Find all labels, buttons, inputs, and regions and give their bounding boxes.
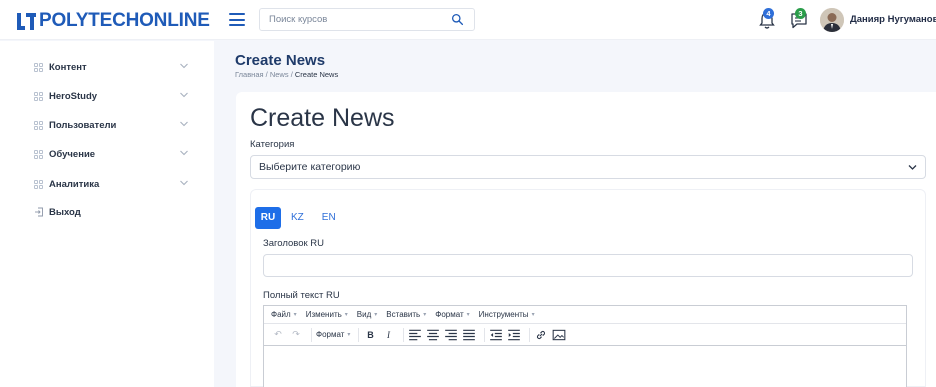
align-right-icon[interactable]	[444, 328, 458, 342]
toolbar-divider	[311, 327, 312, 342]
menu-view[interactable]: Вид ▾	[357, 310, 378, 319]
title-ru-label: Заголовок RU	[263, 238, 325, 249]
grid-icon	[34, 62, 43, 72]
breadcrumb-home[interactable]: Главная	[235, 70, 264, 79]
toolbar-divider	[529, 327, 531, 342]
logo-mark-icon	[17, 12, 36, 30]
tab-en[interactable]: EN	[314, 207, 344, 229]
sidebar-item-learning[interactable]: Обучение	[34, 147, 194, 161]
menu-label: Изменить	[305, 310, 342, 319]
notifications-button[interactable]: 4	[757, 8, 777, 31]
grid-icon	[34, 179, 43, 189]
menu-edit[interactable]: Изменить ▾	[306, 310, 348, 319]
menu-toggle-icon[interactable]	[229, 13, 245, 26]
editor-toolbar: ↶ ↷ Формат ▾ B I	[264, 324, 906, 346]
category-select[interactable]: Выберите категорию	[250, 155, 926, 179]
menu-insert[interactable]: Вставить ▾	[386, 310, 426, 319]
chevron-down-icon	[180, 150, 188, 156]
sidebar-item-label: HeroStudy	[49, 90, 98, 102]
align-center-icon[interactable]	[426, 328, 440, 342]
user-name[interactable]: Данияр Нугуманов	[850, 14, 936, 25]
toolbar-divider	[484, 327, 486, 342]
breadcrumb-separator: /	[265, 70, 268, 79]
chevron-down-icon	[180, 180, 188, 186]
caret-down-icon: ▾	[423, 312, 427, 318]
user-photo-icon	[820, 8, 844, 32]
align-justify-icon[interactable]	[462, 328, 476, 342]
sidebar-item-content[interactable]: Контент	[34, 60, 194, 74]
sidebar-item-logout[interactable]: Выход	[34, 205, 194, 219]
format-label: Формат	[316, 330, 345, 339]
menu-file[interactable]: Файл ▾	[271, 310, 297, 319]
sidebar-item-users[interactable]: Пользователи	[34, 118, 194, 132]
caret-down-icon: ▾	[531, 312, 535, 318]
sidebar-item-analytics[interactable]: Аналитика	[34, 177, 194, 191]
messages-button[interactable]: 3	[789, 8, 809, 31]
caret-down-icon: ▾	[374, 312, 378, 318]
title-ru-input[interactable]	[263, 254, 913, 277]
chevron-down-icon	[180, 63, 188, 69]
menu-format[interactable]: Формат ▾	[435, 310, 469, 319]
format-dropdown[interactable]: Формат ▾	[316, 330, 350, 339]
breadcrumb-current: Create News	[294, 70, 339, 79]
editor-menubar: Файл ▾ Изменить ▾ Вид ▾ Вставить ▾ Формат ▾ И…	[264, 306, 906, 324]
chevron-down-icon	[180, 121, 188, 127]
toolbar-divider	[358, 327, 360, 342]
sidebar: Контент HeroStudy Пользователи Обучение …	[0, 41, 214, 387]
grid-icon	[34, 91, 43, 101]
menu-label: Инструменты	[478, 310, 529, 319]
toolbar-divider	[403, 327, 405, 342]
tab-kz[interactable]: KZ	[283, 207, 312, 229]
form-heading: Create News	[250, 104, 395, 132]
avatar[interactable]	[820, 8, 844, 32]
italic-button[interactable]: I	[381, 328, 395, 342]
caret-down-icon: ▾	[344, 312, 348, 318]
logout-icon	[35, 207, 43, 217]
category-select-value: Выберите категорию	[259, 161, 361, 173]
body-ru-label: Полный текст RU	[263, 290, 340, 301]
notifications-badge: 4	[763, 8, 774, 19]
chevron-down-icon	[180, 92, 188, 98]
menu-label: Формат	[435, 310, 464, 319]
indent-icon[interactable]	[507, 328, 521, 342]
language-tabs: RU KZ EN	[255, 207, 346, 229]
logo-text: POLYTECHONLINE	[39, 10, 210, 31]
menu-label: Вид	[356, 310, 372, 319]
bold-button[interactable]: B	[363, 328, 377, 342]
caret-down-icon: ▾	[293, 312, 297, 318]
search-icon[interactable]	[451, 13, 464, 26]
grid-icon	[34, 149, 43, 159]
category-label: Категория	[250, 139, 295, 150]
breadcrumb-separator: /	[290, 70, 293, 79]
image-icon[interactable]	[552, 328, 566, 342]
outdent-icon[interactable]	[489, 328, 503, 342]
search-box	[259, 8, 475, 31]
top-header: POLYTECHONLINE 4 3 Данияр	[0, 0, 936, 40]
caret-down-icon: ▾	[466, 312, 470, 318]
logo[interactable]: POLYTECHONLINE	[17, 10, 210, 32]
grid-icon	[34, 120, 43, 130]
sidebar-item-label: Пользователи	[49, 119, 117, 131]
sidebar-item-herostudy[interactable]: HeroStudy	[34, 89, 194, 103]
sidebar-item-label: Контент	[49, 61, 87, 73]
align-left-icon[interactable]	[408, 328, 422, 342]
search-input[interactable]	[260, 9, 440, 30]
menu-tools[interactable]: Инструменты ▾	[479, 310, 535, 319]
breadcrumb-news[interactable]: News	[270, 70, 289, 79]
menu-label: Вставить	[386, 310, 421, 319]
link-icon[interactable]	[534, 328, 548, 342]
sidebar-item-label: Выход	[49, 206, 81, 218]
sidebar-item-label: Аналитика	[49, 178, 100, 190]
messages-badge: 3	[795, 8, 806, 19]
rich-text-editor: Файл ▾ Изменить ▾ Вид ▾ Вставить ▾ Формат ▾ И…	[263, 305, 907, 387]
breadcrumb: Главная / News / Create News	[235, 70, 338, 79]
chevron-down-icon	[908, 165, 917, 170]
caret-down-icon: ▾	[347, 332, 351, 338]
tab-ru[interactable]: RU	[255, 207, 281, 229]
redo-icon[interactable]: ↷	[289, 328, 303, 342]
page-title: Create News	[235, 52, 326, 69]
menu-label: Файл	[271, 310, 291, 319]
undo-icon[interactable]: ↶	[271, 328, 285, 342]
sidebar-item-label: Обучение	[49, 148, 96, 160]
